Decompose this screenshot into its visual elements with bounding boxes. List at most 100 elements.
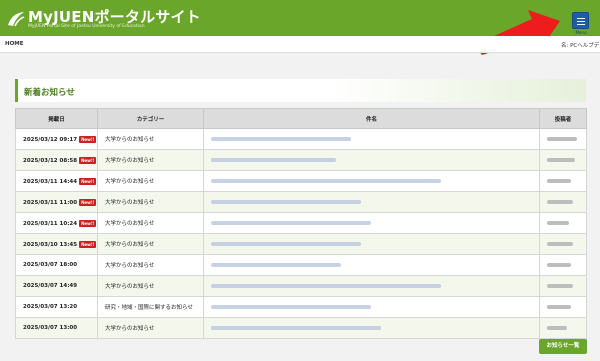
row-poster (539, 275, 587, 297)
redacted-subject[interactable] (211, 304, 371, 309)
row-poster (539, 317, 587, 339)
row-subject-link[interactable] (203, 296, 540, 318)
row-subject-link[interactable] (203, 149, 540, 171)
redacted-subject[interactable] (211, 241, 361, 246)
new-badge: New!! (79, 177, 97, 185)
row-category: 研究・地域・国際に関するお知らせ (97, 296, 204, 318)
table-row[interactable]: 2025/03/10 13:45 New!! 大学からのお知らせ (15, 233, 587, 255)
table-row[interactable]: 2025/03/11 14:44 New!! 大学からのお知らせ (15, 170, 587, 192)
redacted-subject[interactable] (211, 136, 351, 141)
row-category: 大学からのお知らせ (97, 317, 204, 339)
row-poster (539, 233, 587, 255)
row-category: 大学からのお知らせ (97, 254, 204, 276)
column-header-date: 掲載日 (15, 108, 98, 129)
redacted-poster (547, 283, 573, 288)
logo-icon (8, 12, 25, 27)
breadcrumb-home[interactable]: HOME (5, 41, 24, 47)
redacted-subject[interactable] (211, 178, 441, 183)
redacted-subject[interactable] (211, 262, 341, 267)
row-date-cell: 2025/03/12 08:58 New!! (15, 149, 98, 171)
table-row[interactable]: 2025/03/11 10:24 New!! 大学からのお知らせ (15, 212, 587, 234)
new-badge: New!! (79, 240, 97, 248)
row-subject-link[interactable] (203, 170, 540, 192)
site-subtitle: MyJUEN Portal Site of Joetsu University … (28, 24, 145, 29)
new-badge: New!! (79, 156, 97, 164)
row-date-cell: 2025/03/11 10:24 New!! (15, 212, 98, 234)
row-date: 2025/03/12 09:17 (23, 136, 78, 143)
row-poster (539, 212, 587, 234)
table-row[interactable]: 2025/03/07 18:00 大学からのお知らせ (15, 254, 587, 276)
hamburger-icon (577, 17, 585, 19)
column-header-category: カテゴリー (97, 108, 204, 129)
row-date: 2025/03/11 10:24 (23, 220, 78, 227)
row-subject-link[interactable] (203, 191, 540, 213)
new-badge: New!! (79, 219, 97, 227)
row-date-cell: 2025/03/11 11:00 New!! (15, 191, 98, 213)
row-subject-link[interactable] (203, 254, 540, 276)
row-poster (539, 128, 587, 150)
helpdesk-label: 名: PCヘルプデスク (561, 43, 600, 49)
row-category: 大学からのお知らせ (97, 170, 204, 192)
row-date-cell: 2025/03/10 13:45 New!! (15, 233, 98, 255)
table-row[interactable]: 2025/03/12 08:58 New!! 大学からのお知らせ (15, 149, 587, 171)
redacted-poster (547, 199, 573, 204)
redacted-poster (547, 220, 569, 225)
new-badge: New!! (79, 135, 97, 143)
redacted-poster (547, 325, 567, 330)
redacted-poster (547, 178, 571, 183)
redacted-subject[interactable] (211, 283, 441, 288)
menu-caption: Menu (575, 30, 587, 35)
row-poster (539, 191, 587, 213)
row-date-cell: 2025/03/07 18:00 (15, 254, 98, 276)
table-row[interactable]: 2025/03/07 13:20 研究・地域・国際に関するお知らせ (15, 296, 587, 318)
row-poster (539, 296, 587, 318)
row-date: 2025/03/07 13:20 (23, 304, 78, 310)
redacted-poster (547, 304, 571, 309)
row-subject-link[interactable] (203, 275, 540, 297)
row-category: 大学からのお知らせ (97, 212, 204, 234)
redacted-subject[interactable] (211, 325, 381, 330)
row-date: 2025/03/12 08:58 (23, 157, 78, 164)
row-date-cell: 2025/03/07 14:49 (15, 275, 98, 297)
row-date: 2025/03/07 14:49 (23, 283, 78, 289)
menu-button[interactable] (572, 12, 589, 29)
breadcrumb-bar (0, 36, 600, 53)
row-date-cell: 2025/03/07 13:00 (15, 317, 98, 339)
row-subject-link[interactable] (203, 212, 540, 234)
table-row[interactable]: 2025/03/07 13:00 大学からのお知らせ (15, 317, 587, 339)
section-title: 新着お知らせ (24, 88, 75, 98)
redacted-subject[interactable] (211, 220, 371, 225)
table-row[interactable]: 2025/03/07 14:49 大学からのお知らせ (15, 275, 587, 297)
redacted-poster (547, 262, 571, 267)
redacted-subject[interactable] (211, 157, 336, 162)
table-row[interactable]: 2025/03/12 09:17 New!! 大学からのお知らせ (15, 128, 587, 150)
row-poster (539, 149, 587, 171)
row-date: 2025/03/07 13:00 (23, 325, 78, 331)
column-header-poster: 投稿者 (539, 108, 587, 129)
row-date-cell: 2025/03/07 13:20 (15, 296, 98, 318)
row-date: 2025/03/11 14:44 (23, 178, 78, 185)
section-header (15, 79, 586, 102)
row-category: 大学からのお知らせ (97, 128, 204, 150)
redacted-poster (547, 136, 577, 141)
row-date: 2025/03/10 13:45 (23, 241, 78, 248)
row-subject-link[interactable] (203, 233, 540, 255)
row-subject-link[interactable] (203, 128, 540, 150)
row-subject-link[interactable] (203, 317, 540, 339)
row-date-cell: 2025/03/12 09:17 New!! (15, 128, 98, 150)
row-date: 2025/03/11 11:00 (23, 199, 78, 206)
redacted-poster (547, 241, 573, 246)
news-list-button[interactable]: お知らせ一覧 (539, 339, 587, 354)
row-category: 大学からのお知らせ (97, 191, 204, 213)
news-table: 掲載日 カテゴリー 件名 投稿者 2025/03/12 09:17 New!! 大学… (15, 108, 587, 339)
column-header-subject: 件名 (203, 108, 540, 129)
row-date: 2025/03/07 18:00 (23, 262, 78, 268)
row-category: 大学からのお知らせ (97, 275, 204, 297)
redacted-subject[interactable] (211, 199, 361, 204)
redacted-poster (547, 157, 575, 162)
row-category: 大学からのお知らせ (97, 233, 204, 255)
row-poster (539, 254, 587, 276)
row-date-cell: 2025/03/11 14:44 New!! (15, 170, 98, 192)
table-row[interactable]: 2025/03/11 11:00 New!! 大学からのお知らせ (15, 191, 587, 213)
row-poster (539, 170, 587, 192)
